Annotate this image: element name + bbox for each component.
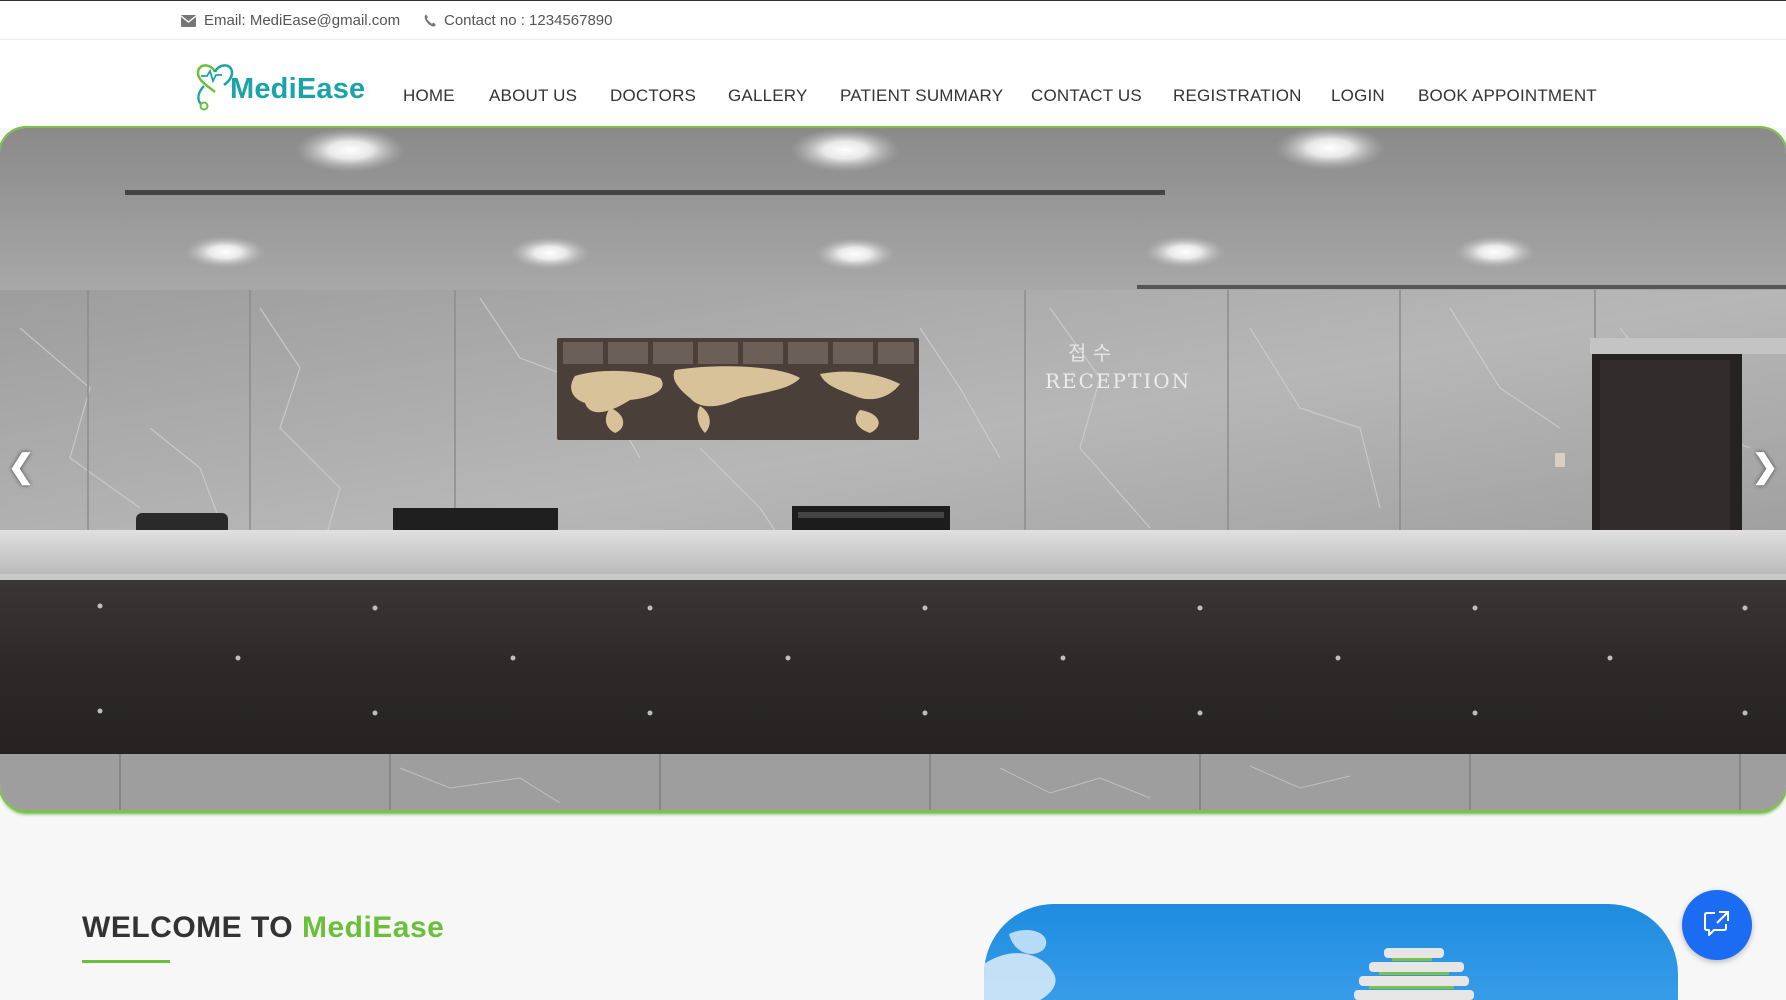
nav-contact-us[interactable]: CONTACT US (1031, 86, 1142, 106)
welcome-heading: WELCOME TO MediEase (82, 911, 444, 945)
heart-stethoscope-icon (192, 58, 238, 112)
intro-paragraph-cutoff (82, 992, 902, 1000)
reception-desk-image: 접 수 RECEPTION (0, 128, 1786, 810)
nav-doctors[interactable]: DOCTORS (610, 86, 696, 106)
site-header: MediEase HOME ABOUT US DOCTORS GALLERY P… (0, 40, 1786, 128)
heading-underline (82, 960, 170, 963)
nav-home[interactable]: HOME (403, 86, 455, 106)
email-text: Email: MediEase@gmail.com (204, 12, 401, 29)
nav-registration[interactable]: REGISTRATION (1173, 86, 1302, 106)
slider-next-button[interactable]: ❯ (1750, 446, 1780, 486)
welcome-brand: MediEase (301, 911, 445, 944)
phone-contact[interactable]: Contact no : 1234567890 (424, 12, 612, 29)
reception-sign-text: RECEPTION (1045, 369, 1191, 393)
chat-icon (1702, 909, 1732, 942)
top-contact-bar: Email: MediEase@gmail.com Contact no : 1… (0, 0, 1786, 40)
chat-button[interactable] (1682, 890, 1752, 960)
nav-about-us[interactable]: ABOUT US (489, 86, 577, 106)
nav-gallery[interactable]: GALLERY (728, 86, 808, 106)
nav-patient-summary[interactable]: PATIENT SUMMARY (840, 86, 1003, 106)
reception-sign-korean: 접 수 (1068, 341, 1111, 365)
phone-icon (424, 14, 436, 27)
phone-text: Contact no : 1234567890 (444, 12, 613, 29)
hero-slider: 접 수 RECEPTION ❮ ❯ (0, 128, 1786, 810)
hospital-building-image (984, 904, 1678, 1000)
logo-text: MediEase (230, 72, 366, 105)
welcome-prefix: WELCOME TO (82, 911, 302, 944)
slider-prev-button[interactable]: ❮ (6, 446, 36, 486)
site-logo[interactable]: MediEase (192, 58, 366, 112)
nav-book-appointment[interactable]: BOOK APPOINTMENT (1418, 86, 1597, 106)
email-contact[interactable]: Email: MediEase@gmail.com (181, 12, 400, 29)
nav-login[interactable]: LOGIN (1331, 86, 1385, 106)
envelope-icon (181, 14, 196, 27)
